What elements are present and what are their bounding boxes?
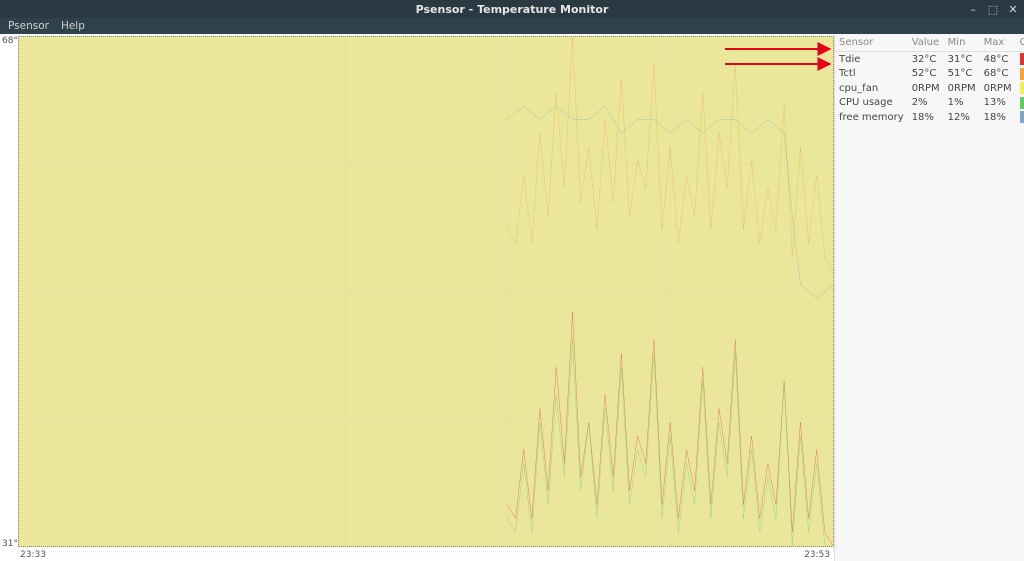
menu-psensor[interactable]: Psensor [8, 20, 49, 32]
color-swatch-icon[interactable] [1020, 97, 1024, 109]
sensor-color[interactable] [1016, 67, 1024, 82]
main-area: 68°C 31°C 23:33 23:53 Sensor Value Min M… [0, 34, 1024, 561]
sensor-value: 0RPM [908, 81, 944, 96]
chart-plot[interactable] [18, 36, 834, 547]
col-min[interactable]: Min [944, 34, 980, 52]
x-axis-right-label: 23:53 [804, 550, 830, 560]
sensor-min: 12% [944, 110, 980, 125]
sensor-color[interactable] [1016, 52, 1024, 67]
color-swatch-icon[interactable] [1020, 111, 1024, 123]
color-swatch-icon[interactable] [1020, 68, 1024, 80]
col-color[interactable]: Color [1016, 34, 1024, 52]
col-max[interactable]: Max [980, 34, 1016, 52]
sensor-value: 18% [908, 110, 944, 125]
col-value[interactable]: Value [908, 34, 944, 52]
sensor-color[interactable] [1016, 96, 1024, 111]
color-swatch-icon[interactable] [1020, 53, 1024, 65]
sensor-panel: Sensor Value Min Max Color Graph Tdie32°… [834, 34, 1024, 561]
sensor-name: Tdie [835, 52, 908, 67]
sensor-min: 31°C [944, 52, 980, 67]
x-axis-left-label: 23:33 [20, 550, 46, 560]
sensor-max: 0RPM [980, 81, 1016, 96]
col-sensor[interactable]: Sensor [835, 34, 908, 52]
table-row[interactable]: free memory18%12%18%✓ [835, 110, 1024, 125]
sensor-value: 2% [908, 96, 944, 111]
table-row[interactable]: Tctl52°C51°C68°C✓ [835, 67, 1024, 82]
menu-help[interactable]: Help [61, 20, 85, 32]
sensor-table: Sensor Value Min Max Color Graph Tdie32°… [835, 34, 1024, 125]
sensor-min: 1% [944, 96, 980, 111]
sensor-value: 32°C [908, 52, 944, 67]
sensor-name: Tctl [835, 67, 908, 82]
sensor-max: 18% [980, 110, 1016, 125]
sensor-max: 13% [980, 96, 1016, 111]
sensor-color[interactable] [1016, 81, 1024, 96]
series-line [507, 340, 833, 546]
window-titlebar: Psensor - Temperature Monitor – ⬚ ✕ [0, 0, 1024, 18]
sensor-color[interactable] [1016, 110, 1024, 125]
menubar: Psensor Help [0, 18, 1024, 34]
window-maximize-icon[interactable]: ⬚ [986, 3, 1000, 16]
table-row[interactable]: cpu_fan0RPM0RPM0RPM✓ [835, 81, 1024, 96]
sensor-min: 0RPM [944, 81, 980, 96]
sensor-max: 48°C [980, 52, 1016, 67]
sensor-table-header-row: Sensor Value Min Max Color Graph [835, 34, 1024, 52]
sensor-max: 68°C [980, 67, 1016, 82]
table-row[interactable]: CPU usage2%1%13%✓ [835, 96, 1024, 111]
table-row[interactable]: Tdie32°C31°C48°C✓ [835, 52, 1024, 67]
sensor-name: cpu_fan [835, 81, 908, 96]
sensor-min: 51°C [944, 67, 980, 82]
window-close-icon[interactable]: ✕ [1006, 3, 1020, 16]
sensor-name: CPU usage [835, 96, 908, 111]
color-swatch-icon[interactable] [1020, 82, 1024, 94]
window-controls: – ⬚ ✕ [966, 0, 1020, 18]
window-title: Psensor - Temperature Monitor [416, 3, 609, 16]
sensor-value: 52°C [908, 67, 944, 82]
chart-area: 68°C 31°C 23:33 23:53 [0, 34, 834, 561]
chart-svg [19, 37, 833, 546]
sensor-name: free memory [835, 110, 908, 125]
window-minimize-icon[interactable]: – [966, 3, 980, 16]
